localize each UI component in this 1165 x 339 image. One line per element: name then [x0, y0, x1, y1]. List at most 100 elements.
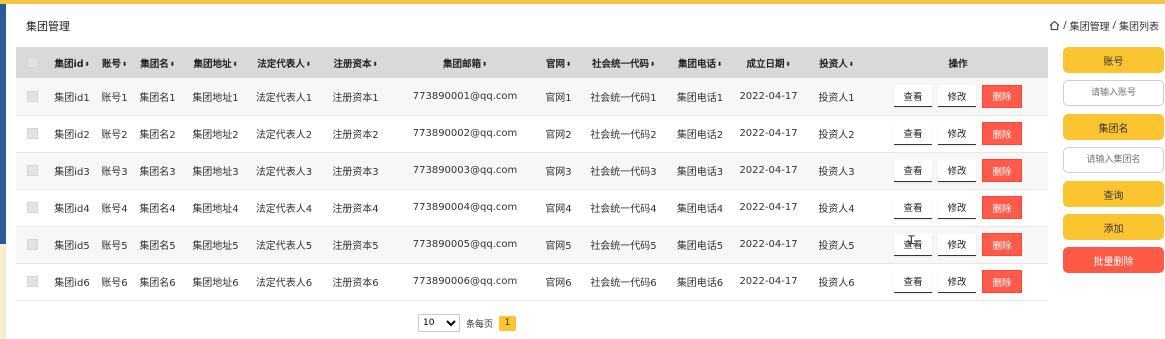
- batch-delete-button[interactable]: 批量删除: [1063, 247, 1164, 273]
- sort-icon[interactable]: ⬍: [372, 61, 377, 68]
- sort-icon[interactable]: ⬍: [306, 61, 311, 68]
- view-button[interactable]: 查看: [894, 196, 932, 219]
- delete-button[interactable]: 删除: [982, 233, 1022, 256]
- row-select-cell[interactable]: [16, 78, 48, 115]
- home-icon[interactable]: [1049, 20, 1060, 31]
- sort-icon[interactable]: ⬍: [849, 61, 854, 68]
- breadcrumb: / 集团管理 / 集团列表: [1049, 18, 1159, 33]
- sort-icon[interactable]: ⬍: [650, 61, 655, 68]
- sort-icon[interactable]: ⬍: [232, 61, 237, 68]
- cell-actions: 查看 修改 删除: [868, 226, 1048, 263]
- breadcrumb-item-group-manage[interactable]: 集团管理: [1070, 18, 1110, 33]
- table-row: 集团id1 账号1 集团名1 集团地址1 法定代表人1 注册资本1 773890…: [16, 78, 1048, 115]
- cell-name: 集团名1: [139, 92, 176, 104]
- select-all-header[interactable]: [16, 47, 48, 78]
- cell-investor: 投资人1: [818, 92, 855, 104]
- col-header-phone[interactable]: 集团电话⬍: [668, 47, 732, 78]
- row-checkbox[interactable]: [26, 201, 38, 213]
- sort-icon[interactable]: ⬍: [785, 61, 790, 68]
- cell-site: 官网5: [545, 241, 572, 252]
- cell-site: 官网6: [545, 278, 572, 289]
- search-button[interactable]: 查询: [1063, 181, 1164, 207]
- delete-button[interactable]: 删除: [982, 196, 1022, 219]
- sort-icon[interactable]: ⬍: [170, 61, 175, 68]
- add-button[interactable]: 添加: [1063, 214, 1164, 240]
- row-select-cell[interactable]: [16, 189, 48, 226]
- col-label-site: 官网: [545, 58, 565, 70]
- edit-button[interactable]: 修改: [938, 85, 976, 108]
- row-checkbox[interactable]: [26, 127, 38, 139]
- cell-account: 账号2: [101, 130, 128, 141]
- delete-button[interactable]: 删除: [982, 270, 1022, 293]
- col-label-date: 成立日期: [746, 58, 785, 70]
- cell-phone: 集团电话1: [676, 92, 724, 104]
- col-header-address[interactable]: 集团地址⬍: [182, 47, 249, 78]
- row-select-cell[interactable]: [16, 226, 48, 263]
- row-select-cell[interactable]: [16, 152, 48, 189]
- view-button[interactable]: 查看: [894, 159, 932, 182]
- col-label-phone: 集团电话: [677, 58, 716, 70]
- table-row: 集团id5 账号5 集团名5 集团地址5 法定代表人5 注册资本5 773890…: [16, 226, 1048, 263]
- cell-site: 官网2: [545, 130, 572, 141]
- view-button[interactable]: 查看: [894, 122, 932, 145]
- row-checkbox[interactable]: [26, 90, 38, 102]
- col-header-date[interactable]: 成立日期⬍: [732, 47, 805, 78]
- cell-id: 集团id3: [54, 167, 90, 178]
- delete-button[interactable]: 删除: [982, 159, 1022, 182]
- col-header-email[interactable]: 集团邮箱⬍: [392, 47, 538, 78]
- cell-id: 集团id2: [54, 130, 90, 141]
- cell-rep: 法定代表人5: [255, 241, 313, 252]
- cell-capital: 注册资本5: [332, 241, 379, 252]
- cell-address: 集团地址3: [192, 167, 239, 178]
- cell-date: 2022-04-17: [739, 90, 798, 102]
- delete-button[interactable]: 删除: [982, 84, 1022, 108]
- cell-rep: 法定代表人6: [255, 278, 313, 289]
- row-checkbox[interactable]: [26, 238, 38, 250]
- edit-button[interactable]: 修改: [938, 196, 976, 219]
- view-button[interactable]: 查看: [894, 270, 932, 293]
- cell-email: 773890001@qq.com: [412, 90, 518, 102]
- col-header-id[interactable]: 集团id⬍: [48, 47, 96, 78]
- row-select-cell[interactable]: [16, 263, 48, 300]
- col-header-name[interactable]: 集团名⬍: [133, 47, 182, 78]
- sort-icon[interactable]: ⬍: [122, 61, 127, 68]
- col-label-address: 集团地址: [193, 58, 232, 70]
- cell-id: 集团id6: [54, 278, 90, 289]
- name-input[interactable]: [1063, 147, 1164, 173]
- cell-site: 官网3: [545, 167, 572, 178]
- edit-button[interactable]: 修改: [938, 122, 976, 145]
- cell-account: 账号3: [101, 167, 128, 178]
- col-header-investor[interactable]: 投资人⬍: [805, 47, 868, 78]
- col-header-account[interactable]: 账号⬍: [96, 47, 133, 78]
- page-size-select[interactable]: 10: [418, 314, 460, 332]
- col-header-site[interactable]: 官网⬍: [538, 47, 579, 78]
- cell-date: 2022-04-17: [739, 202, 798, 213]
- cell-account: 账号1: [101, 92, 128, 104]
- row-select-cell[interactable]: [16, 115, 48, 152]
- sort-icon[interactable]: ⬍: [717, 61, 722, 68]
- edit-button[interactable]: 修改: [938, 233, 976, 256]
- account-input[interactable]: [1063, 80, 1164, 106]
- col-label-rep: 法定代表人: [257, 58, 305, 70]
- delete-button[interactable]: 删除: [982, 122, 1022, 145]
- col-header-code[interactable]: 社会统一代码⬍: [579, 47, 668, 78]
- edit-button[interactable]: 修改: [938, 159, 976, 182]
- per-page-label: 条每页: [466, 319, 494, 330]
- row-checkbox[interactable]: [26, 164, 38, 176]
- view-button[interactable]: 查看: [894, 85, 932, 108]
- sort-icon[interactable]: ⬍: [566, 61, 571, 68]
- cell-actions: 查看 修改 删除: [868, 263, 1048, 300]
- col-header-rep[interactable]: 法定代表人⬍: [249, 47, 319, 78]
- sort-icon[interactable]: ⬍: [482, 61, 487, 68]
- select-all-checkbox[interactable]: [26, 57, 38, 68]
- cell-name: 集团名6: [139, 278, 176, 289]
- account-label: 账号: [1103, 56, 1124, 68]
- sort-icon[interactable]: ⬍: [85, 61, 90, 68]
- page-number-current[interactable]: 1: [499, 315, 517, 331]
- cell-date: 2022-04-17: [739, 165, 798, 176]
- cell-actions: 查看 修改 删除: [868, 115, 1048, 152]
- edit-button[interactable]: 修改: [938, 270, 976, 293]
- col-header-capital[interactable]: 注册资本⬍: [319, 47, 392, 78]
- cell-rep: 法定代表人1: [255, 92, 313, 104]
- row-checkbox[interactable]: [26, 275, 38, 287]
